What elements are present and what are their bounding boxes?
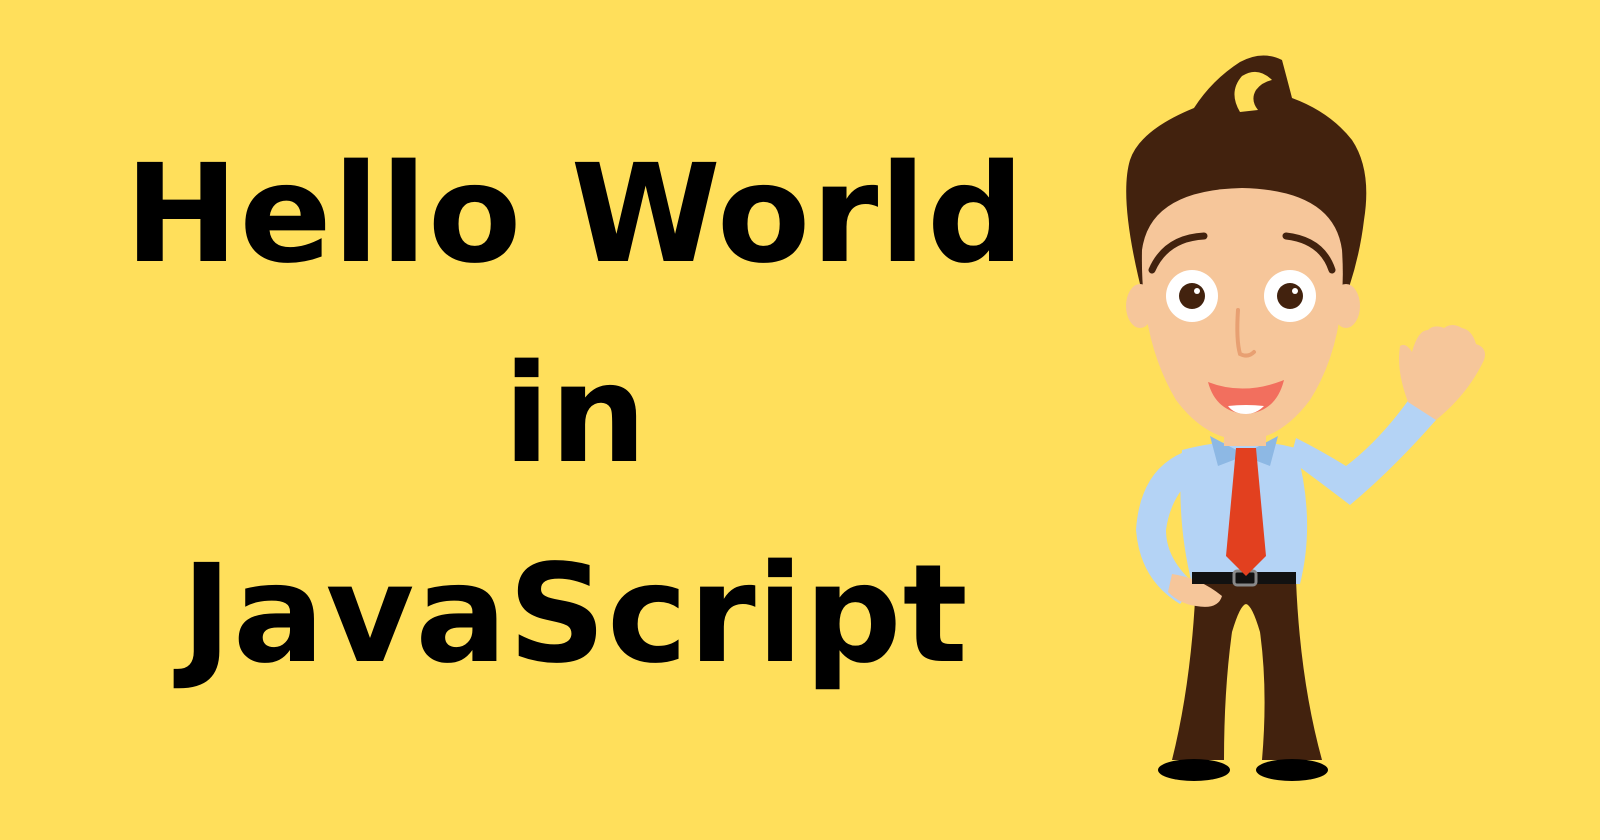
right-shoe — [1256, 759, 1328, 781]
left-shoe — [1158, 759, 1230, 781]
raised-arm-sleeve — [1290, 398, 1436, 505]
left-pupil — [1179, 283, 1205, 309]
headline-line-2: in — [503, 336, 647, 494]
headline: Hello World in JavaScript — [0, 0, 1150, 840]
headline-line-3: JavaScript — [181, 536, 969, 694]
waving-man-illustration — [1126, 55, 1485, 781]
left-eye-glint — [1194, 288, 1200, 294]
right-pupil — [1277, 283, 1303, 309]
headline-line-1: Hello World — [124, 136, 1026, 294]
trousers — [1172, 580, 1322, 760]
right-eye-glint — [1292, 288, 1298, 294]
